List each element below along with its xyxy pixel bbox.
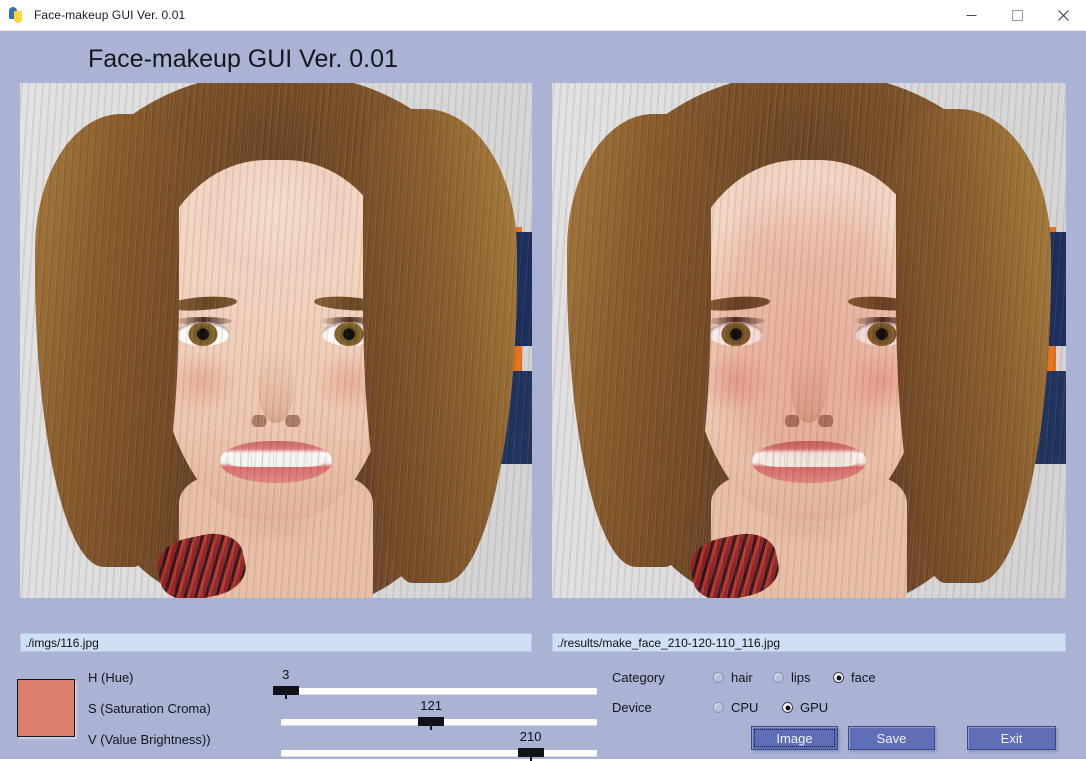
radio-dot-icon bbox=[773, 672, 784, 683]
radio-label: hair bbox=[731, 670, 753, 685]
output-path-field[interactable]: ./results/make_face_210-120-110_116.jpg bbox=[552, 633, 1066, 652]
radio-dot-icon bbox=[833, 672, 844, 683]
hue-slider[interactable]: 3 bbox=[281, 671, 597, 697]
close-icon[interactable] bbox=[1040, 0, 1086, 31]
radio-label: CPU bbox=[731, 700, 758, 715]
python-icon bbox=[9, 7, 25, 23]
slider-label-value: V (Value Brightness)) bbox=[88, 732, 211, 747]
window-title: Face-makeup GUI Ver. 0.01 bbox=[34, 8, 185, 22]
minimize-icon[interactable] bbox=[948, 0, 994, 31]
maximize-icon[interactable] bbox=[994, 0, 1040, 31]
saturation-slider-value: 121 bbox=[420, 698, 442, 713]
radio-device-gpu[interactable]: GPU bbox=[782, 700, 828, 715]
slider-label-saturation: S (Saturation Croma) bbox=[88, 701, 211, 716]
color-swatch bbox=[17, 679, 75, 737]
input-path-field[interactable]: ./imgs/116.jpg bbox=[20, 633, 532, 652]
value-slider[interactable]: 210 bbox=[281, 733, 597, 759]
radio-label: face bbox=[851, 670, 876, 685]
page-title: Face-makeup GUI Ver. 0.01 bbox=[88, 45, 398, 74]
saturation-slider[interactable]: 121 bbox=[281, 702, 597, 728]
exit-button[interactable]: Exit bbox=[967, 726, 1056, 750]
value-slider-value: 210 bbox=[520, 729, 542, 744]
original-image-preview[interactable] bbox=[20, 83, 532, 598]
radio-device-cpu[interactable]: CPU bbox=[713, 700, 758, 715]
makeup-face-image bbox=[552, 83, 1066, 598]
category-label: Category bbox=[612, 670, 665, 685]
window-title-bar: Face-makeup GUI Ver. 0.01 bbox=[0, 0, 1086, 31]
app-body: Face-makeup GUI Ver. 0.01 bbox=[0, 31, 1086, 759]
radio-category-face[interactable]: face bbox=[833, 670, 876, 685]
radio-dot-icon bbox=[713, 702, 724, 713]
hue-slider-value: 3 bbox=[282, 667, 289, 682]
slider-label-hue: H (Hue) bbox=[88, 670, 134, 685]
device-label: Device bbox=[612, 700, 652, 715]
value-slider-thumb[interactable] bbox=[518, 748, 544, 757]
radio-category-lips[interactable]: lips bbox=[773, 670, 811, 685]
window-controls bbox=[948, 0, 1086, 31]
radio-label: lips bbox=[791, 670, 811, 685]
result-image-preview[interactable] bbox=[552, 83, 1066, 598]
image-button[interactable]: Image bbox=[751, 726, 838, 750]
radio-dot-icon bbox=[782, 702, 793, 713]
original-face-image bbox=[20, 83, 532, 598]
saturation-slider-thumb[interactable] bbox=[418, 717, 444, 726]
radio-label: GPU bbox=[800, 700, 828, 715]
hue-slider-thumb[interactable] bbox=[273, 686, 299, 695]
save-button[interactable]: Save bbox=[848, 726, 935, 750]
value-slider-track[interactable] bbox=[281, 750, 597, 756]
radio-dot-icon bbox=[713, 672, 724, 683]
hue-slider-track[interactable] bbox=[281, 688, 597, 694]
radio-category-hair[interactable]: hair bbox=[713, 670, 753, 685]
